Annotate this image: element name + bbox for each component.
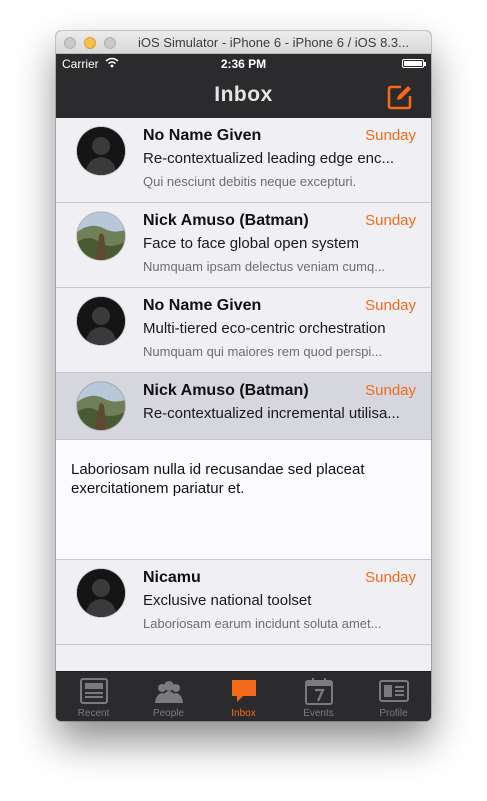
calendar-icon bbox=[304, 677, 334, 705]
sender-name: No Name Given bbox=[143, 127, 262, 144]
message-date: Sunday bbox=[365, 382, 416, 399]
tab-inbox[interactable]: Inbox bbox=[206, 672, 281, 721]
sender-name: Nick Amuso (Batman) bbox=[143, 382, 309, 399]
message-preview: Numquam qui maiores rem quod perspi... bbox=[143, 344, 383, 359]
message-row[interactable]: Nicamu Sunday Exclusive national toolset… bbox=[56, 560, 431, 645]
message-row-selected[interactable]: Nick Amuso (Batman) Sunday Re-contextual… bbox=[56, 373, 431, 440]
newspaper-icon bbox=[79, 677, 109, 705]
status-time: 2:36 PM bbox=[220, 57, 267, 71]
compose-icon[interactable] bbox=[387, 84, 413, 110]
minimize-window-button[interactable] bbox=[84, 37, 96, 49]
message-body: Laboriosam nulla id recusandae sed place… bbox=[71, 461, 365, 497]
photo-avatar bbox=[77, 212, 125, 260]
message-date: Sunday bbox=[365, 212, 416, 229]
navigation-bar: Inbox bbox=[56, 74, 431, 118]
tab-recent[interactable]: Recent bbox=[56, 672, 131, 721]
message-row[interactable]: No Name Given Sunday Multi-tiered eco-ce… bbox=[56, 288, 431, 373]
message-row[interactable]: No Name Given Sunday Re-contextualized l… bbox=[56, 118, 431, 203]
close-window-button[interactable] bbox=[64, 37, 76, 49]
status-bar: Carrier 2:36 PM bbox=[56, 54, 431, 74]
battery-icon bbox=[402, 59, 426, 68]
message-subject: Multi-tiered eco-centric orchestration bbox=[143, 320, 386, 337]
page-title: Inbox bbox=[214, 83, 273, 106]
message-preview: Laboriosam earum incidunt soluta amet... bbox=[143, 616, 382, 631]
silhouette-avatar bbox=[77, 569, 125, 617]
sender-name: Nicamu bbox=[143, 569, 201, 586]
tab-profile[interactable]: Profile bbox=[356, 672, 431, 721]
silhouette-avatar bbox=[77, 127, 125, 175]
window-title: iOS Simulator - iPhone 6 - iPhone 6 / iO… bbox=[138, 35, 409, 50]
tab-label: Recent bbox=[77, 708, 110, 719]
message-date: Sunday bbox=[365, 297, 416, 314]
message-subject: Face to face global open system bbox=[143, 235, 359, 252]
sender-name: No Name Given bbox=[143, 297, 262, 314]
message-subject: Re-contextualized incremental utilisa... bbox=[143, 405, 400, 422]
message-list[interactable]: No Name Given Sunday Re-contextualized l… bbox=[56, 118, 431, 671]
tab-bar: Recent People Inbox Events Profile bbox=[56, 671, 431, 721]
message-date: Sunday bbox=[365, 127, 416, 144]
chat-bubble-icon bbox=[229, 677, 259, 705]
message-preview: Numquam ipsam delectus veniam cumq... bbox=[143, 259, 386, 274]
silhouette-avatar bbox=[77, 297, 125, 345]
sender-name: Nick Amuso (Batman) bbox=[143, 212, 309, 229]
message-date: Sunday bbox=[365, 569, 416, 586]
id-card-icon bbox=[379, 677, 409, 705]
tab-label: People bbox=[152, 708, 185, 719]
tab-label: Inbox bbox=[231, 708, 256, 719]
message-subject: Exclusive national toolset bbox=[143, 592, 312, 609]
photo-avatar bbox=[77, 382, 125, 430]
zoom-window-button[interactable] bbox=[104, 37, 116, 49]
people-icon bbox=[154, 677, 184, 705]
window-titlebar: iOS Simulator - iPhone 6 - iPhone 6 / iO… bbox=[56, 31, 431, 54]
message-subject: Re-contextualized leading edge enc... bbox=[143, 150, 395, 167]
message-body-panel: Laboriosam nulla id recusandae sed place… bbox=[56, 440, 431, 560]
tab-label: Profile bbox=[379, 708, 408, 719]
tab-label: Events bbox=[303, 708, 334, 719]
message-preview: Qui nesciunt debitis neque excepturi. bbox=[143, 174, 357, 189]
message-row[interactable]: Nick Amuso (Batman) Sunday Face to face … bbox=[56, 203, 431, 288]
tab-people[interactable]: People bbox=[131, 672, 206, 721]
tab-events[interactable]: Events bbox=[281, 672, 356, 721]
simulator-window: iOS Simulator - iPhone 6 - iPhone 6 / iO… bbox=[56, 31, 431, 721]
